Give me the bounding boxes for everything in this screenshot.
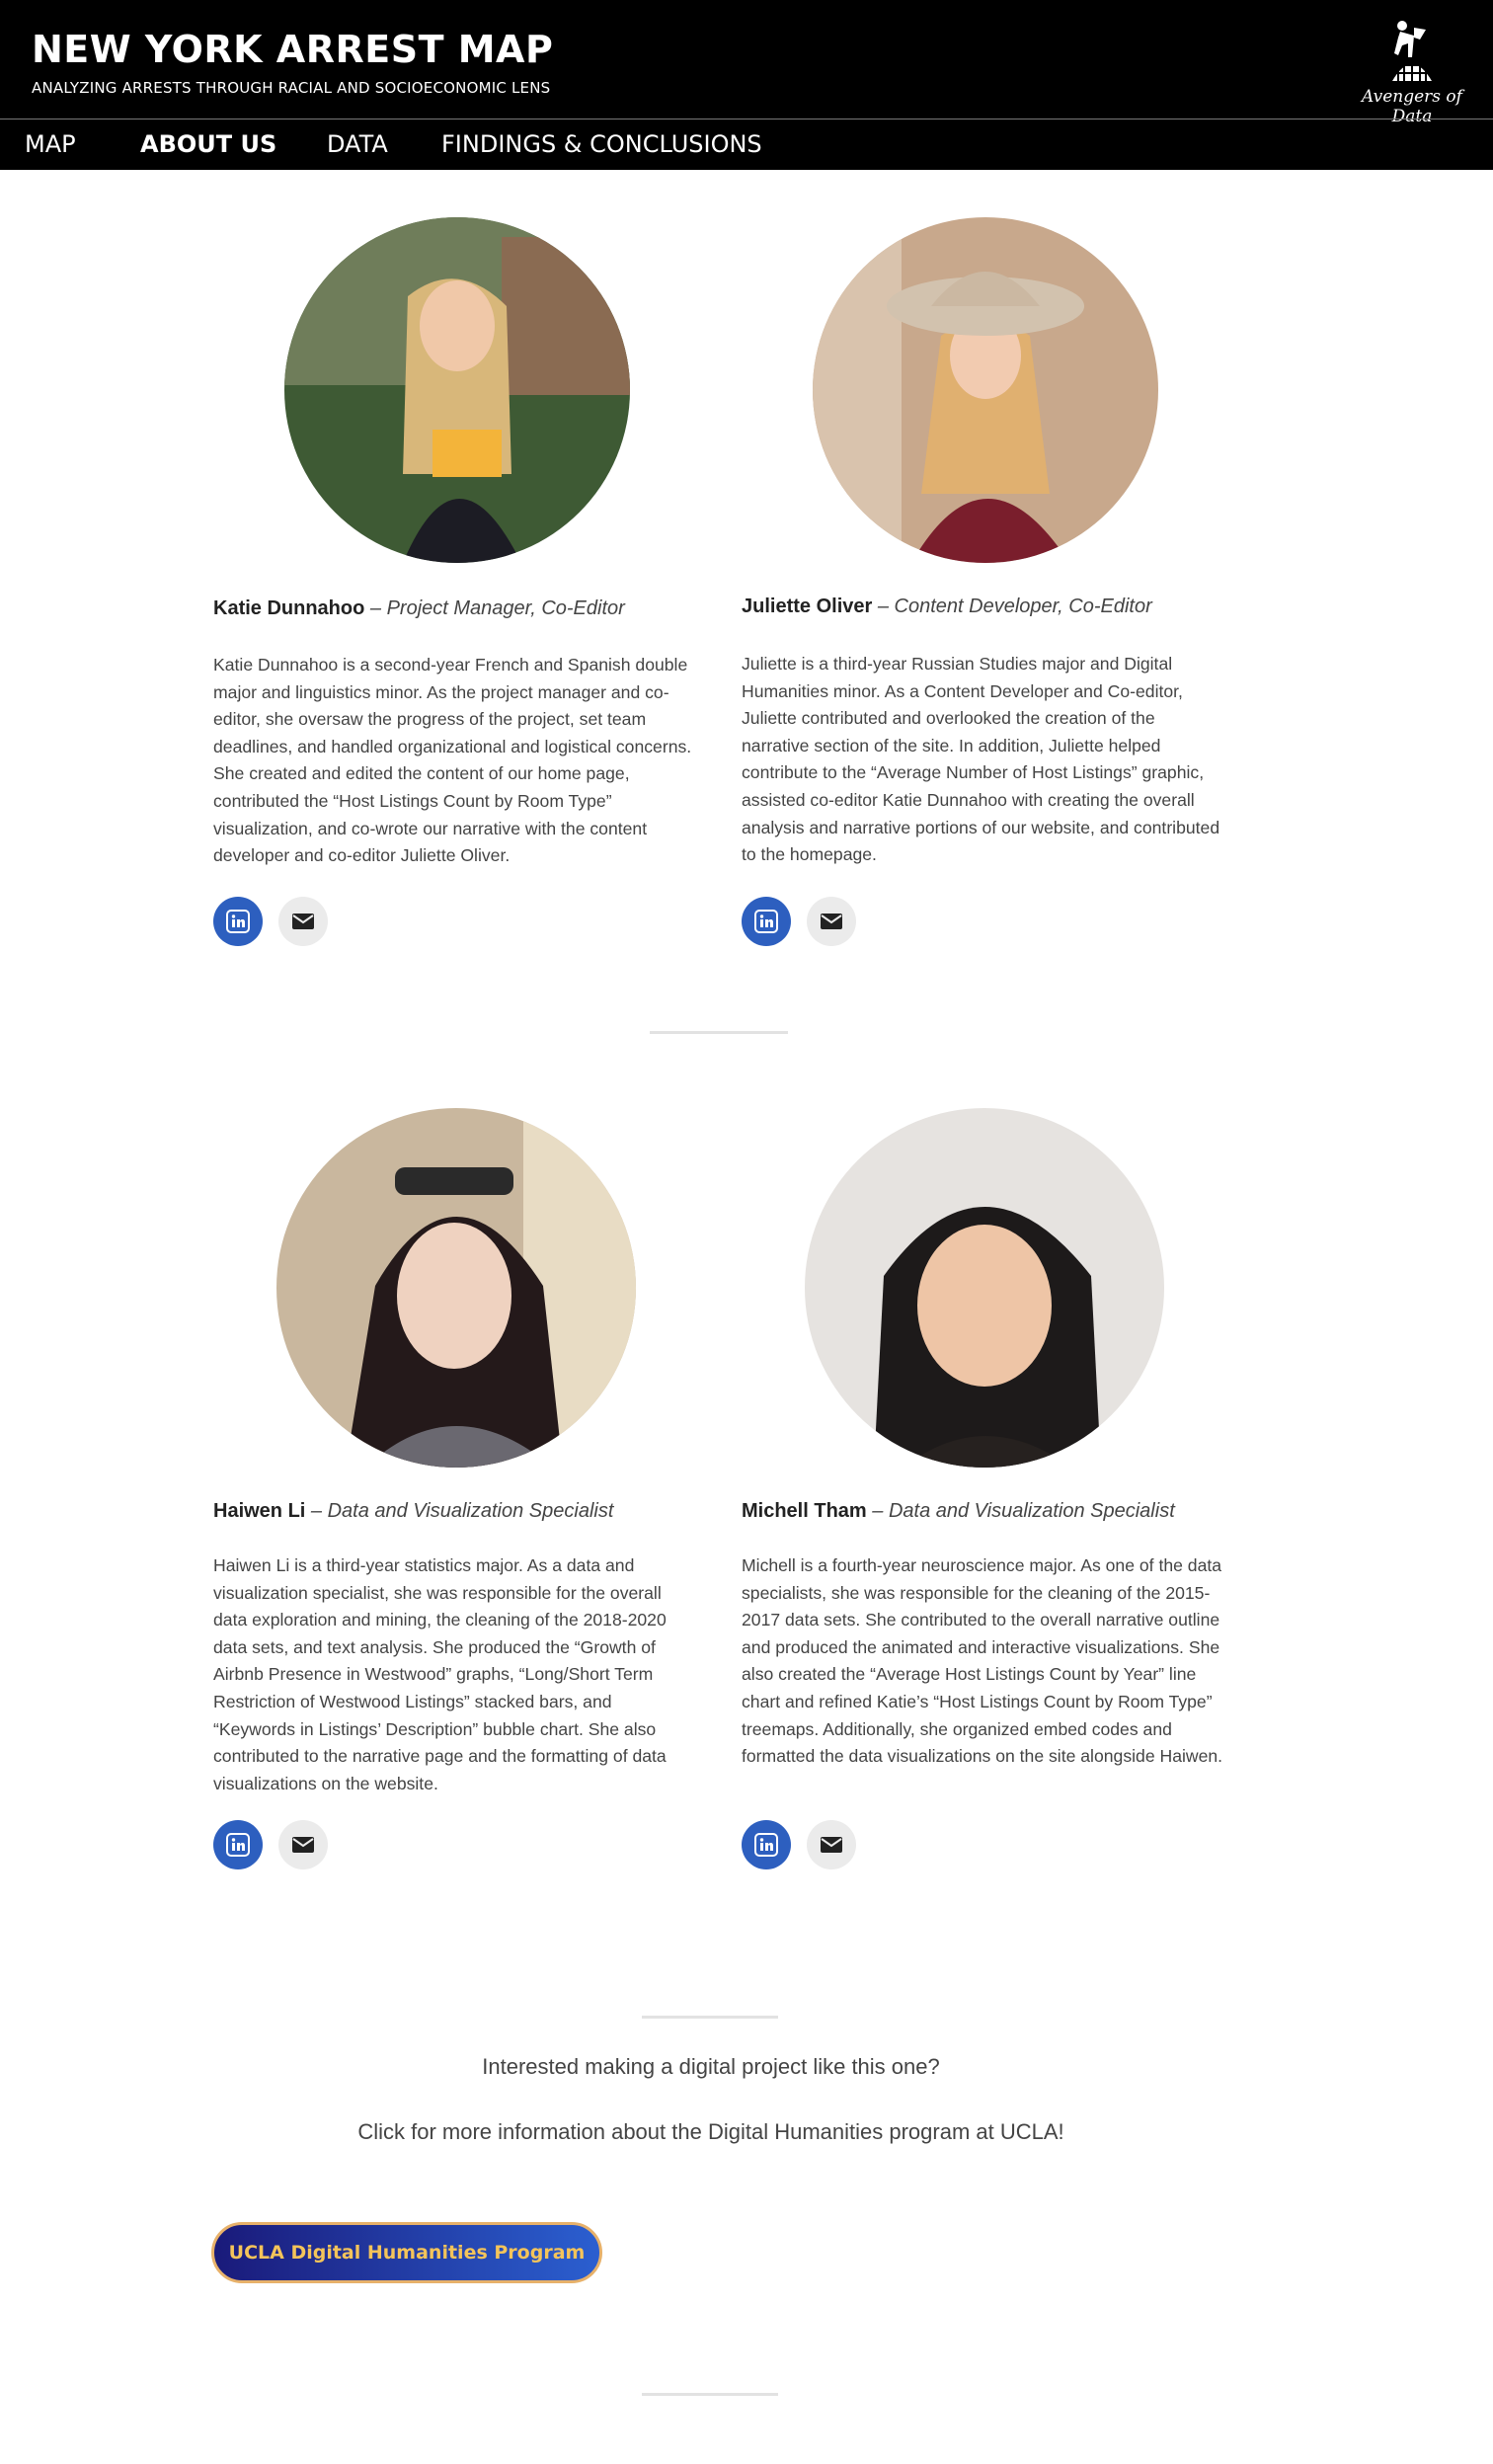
nav-item-data[interactable]: DATA xyxy=(327,130,388,158)
linkedin-button[interactable] xyxy=(742,897,791,946)
member-role: – Content Developer, Co-Editor xyxy=(872,596,1152,617)
section-separator xyxy=(642,2016,778,2019)
linkedin-button[interactable] xyxy=(742,1820,791,1869)
avatar-haiwen xyxy=(276,1108,636,1468)
linkedin-button[interactable] xyxy=(213,1820,263,1869)
member-name: Juliette Oliver xyxy=(742,596,873,617)
member-bio: Michell is a fourth-year neuroscience ma… xyxy=(742,1555,1223,1767)
member-name: Katie Dunnahoo xyxy=(213,597,365,619)
mail-icon xyxy=(292,914,314,929)
mail-icon xyxy=(821,1837,842,1853)
email-button[interactable] xyxy=(278,1820,328,1869)
nav-item-map[interactable]: MAP xyxy=(25,130,76,158)
email-button[interactable] xyxy=(278,897,328,946)
linkedin-icon xyxy=(226,910,250,933)
figure-on-globe-icon xyxy=(1392,21,1432,81)
cta-prompt: Interested making a digital project like… xyxy=(482,2054,940,2079)
member-bio: Katie Dunnahoo is a second-year French a… xyxy=(213,655,692,866)
ucla-dh-program-button[interactable]: UCLA Digital Humanities Program xyxy=(211,2222,602,2283)
site-tagline: ANALYZING ARRESTS THROUGH RACIAL AND SOC… xyxy=(32,79,551,97)
member-bio: Juliette is a third-year Russian Studies… xyxy=(742,654,1220,865)
email-button[interactable] xyxy=(807,1820,856,1869)
avatar-michell xyxy=(805,1108,1164,1468)
linkedin-icon xyxy=(754,910,778,933)
member-name-line: Haiwen Li – Data and Visualization Speci… xyxy=(213,1500,613,1523)
social-links xyxy=(213,1820,352,1871)
cta-info: Click for more information about the Dig… xyxy=(357,2119,1064,2144)
avatar-juliette xyxy=(813,217,1158,563)
member-role: – Data and Visualization Specialist xyxy=(866,1500,1175,1522)
main-nav: MAP ABOUT US DATA FINDINGS & CONCLUSIONS xyxy=(0,119,1493,170)
nav-item-findings-conclusions[interactable]: FINDINGS & CONCLUSIONS xyxy=(441,130,762,158)
member-role: – Data and Visualization Specialist xyxy=(305,1500,614,1522)
linkedin-button[interactable] xyxy=(213,897,263,946)
section-separator xyxy=(642,2393,778,2396)
member-bio: Haiwen Li is a third-year statistics maj… xyxy=(213,1555,667,1793)
member-role: – Project Manager, Co-Editor xyxy=(364,597,625,619)
social-links xyxy=(213,897,352,948)
email-button[interactable] xyxy=(807,897,856,946)
site-header: NEW YORK ARREST MAP ANALYZING ARRESTS TH… xyxy=(0,0,1493,170)
member-name-line: Michell Tham – Data and Visualization Sp… xyxy=(742,1500,1175,1523)
member-name-line: Juliette Oliver – Content Developer, Co-… xyxy=(742,596,1152,618)
section-separator xyxy=(650,1031,788,1034)
social-links xyxy=(742,897,880,948)
avatar-katie xyxy=(284,217,630,563)
member-name-line: Katie Dunnahoo – Project Manager, Co-Edi… xyxy=(213,597,625,620)
nav-item-about-us[interactable]: ABOUT US xyxy=(140,130,276,158)
mail-icon xyxy=(821,914,842,929)
member-name: Haiwen Li xyxy=(213,1500,306,1522)
linkedin-icon xyxy=(754,1833,778,1857)
site-title[interactable]: NEW YORK ARREST MAP xyxy=(32,28,553,71)
site-logo[interactable]: Avengers of Data xyxy=(1343,18,1481,126)
linkedin-icon xyxy=(226,1833,250,1857)
mail-icon xyxy=(292,1837,314,1853)
member-name: Michell Tham xyxy=(742,1500,867,1522)
social-links xyxy=(742,1820,880,1871)
